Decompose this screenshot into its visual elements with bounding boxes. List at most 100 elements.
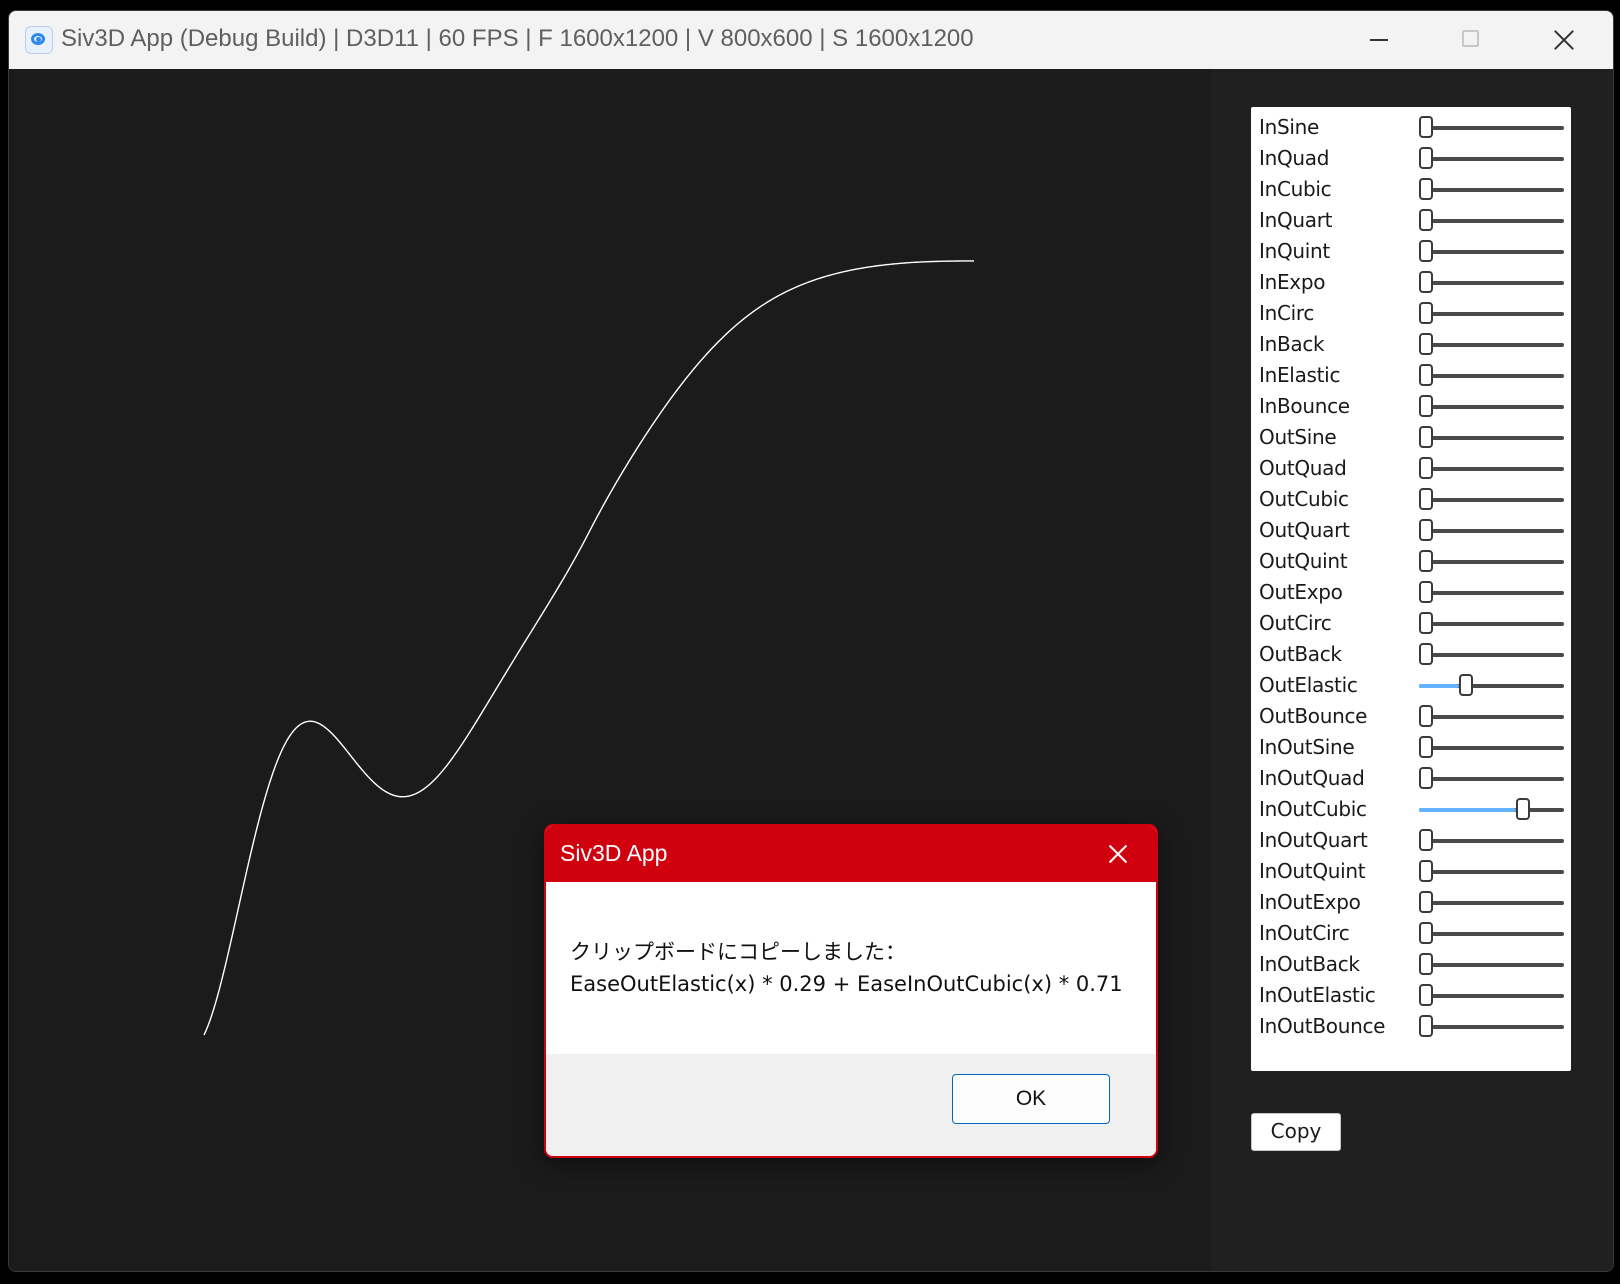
slider-label: InOutBounce	[1259, 1014, 1386, 1038]
slider-row-outexpo: OutExpo	[1251, 576, 1571, 608]
slider-inoutquint[interactable]	[1419, 860, 1564, 882]
slider-row-outcubic: OutCubic	[1251, 483, 1571, 515]
slider-outcirc[interactable]	[1419, 612, 1564, 634]
slider-inelastic[interactable]	[1419, 364, 1564, 386]
slider-thumb[interactable]	[1419, 240, 1433, 262]
slider-thumb[interactable]	[1419, 705, 1433, 727]
slider-inoutexpo[interactable]	[1419, 891, 1564, 913]
slider-thumb[interactable]	[1419, 364, 1433, 386]
slider-incubic[interactable]	[1419, 178, 1564, 200]
slider-outcubic[interactable]	[1419, 488, 1564, 510]
maximize-icon[interactable]	[1441, 19, 1501, 61]
slider-thumb[interactable]	[1419, 736, 1433, 758]
slider-thumb[interactable]	[1419, 147, 1433, 169]
slider-thumb[interactable]	[1419, 984, 1433, 1006]
slider-row-outcirc: OutCirc	[1251, 607, 1571, 639]
slider-label: InQuad	[1259, 146, 1330, 170]
slider-row-inexpo: InExpo	[1251, 266, 1571, 298]
copy-button[interactable]: Copy	[1251, 1113, 1341, 1151]
slider-thumb[interactable]	[1419, 519, 1433, 541]
slider-inexpo[interactable]	[1419, 271, 1564, 293]
slider-thumb[interactable]	[1419, 488, 1433, 510]
slider-inback[interactable]	[1419, 333, 1564, 355]
slider-label: InOutQuart	[1259, 828, 1368, 852]
slider-thumb[interactable]	[1419, 426, 1433, 448]
slider-outquart[interactable]	[1419, 519, 1564, 541]
slider-outquint[interactable]	[1419, 550, 1564, 572]
slider-label: InQuint	[1259, 239, 1330, 263]
slider-label: OutExpo	[1259, 580, 1343, 604]
slider-row-outquart: OutQuart	[1251, 514, 1571, 546]
dialog-footer: OK	[546, 1054, 1156, 1156]
slider-row-inelastic: InElastic	[1251, 359, 1571, 391]
slider-label: OutElastic	[1259, 673, 1358, 697]
slider-label: InOutExpo	[1259, 890, 1361, 914]
slider-thumb[interactable]	[1419, 178, 1433, 200]
slider-inoutquart[interactable]	[1419, 829, 1564, 851]
slider-inquart[interactable]	[1419, 209, 1564, 231]
slider-thumb[interactable]	[1419, 395, 1433, 417]
slider-row-inback: InBack	[1251, 328, 1571, 360]
slider-thumb[interactable]	[1516, 798, 1531, 820]
slider-inoutelastic[interactable]	[1419, 984, 1564, 1006]
slider-label: OutCirc	[1259, 611, 1332, 635]
slider-inoutbounce[interactable]	[1419, 1015, 1564, 1037]
slider-label: InOutCubic	[1259, 797, 1367, 821]
slider-thumb[interactable]	[1419, 953, 1433, 975]
slider-insine[interactable]	[1419, 116, 1564, 138]
slider-inoutquad[interactable]	[1419, 767, 1564, 789]
slider-thumb[interactable]	[1419, 302, 1433, 324]
slider-row-inbounce: InBounce	[1251, 390, 1571, 422]
close-icon[interactable]	[1533, 19, 1593, 61]
slider-incirc[interactable]	[1419, 302, 1564, 324]
slider-inoutcirc[interactable]	[1419, 922, 1564, 944]
dialog-title: Siv3D App	[560, 840, 668, 866]
slider-thumb[interactable]	[1419, 550, 1433, 572]
slider-inquint[interactable]	[1419, 240, 1564, 262]
ok-button[interactable]: OK	[952, 1074, 1110, 1124]
slider-label: InOutSine	[1259, 735, 1355, 759]
slider-label: OutBounce	[1259, 704, 1368, 728]
slider-label: OutSine	[1259, 425, 1337, 449]
slider-outback[interactable]	[1419, 643, 1564, 665]
slider-row-inquad: InQuad	[1251, 142, 1571, 174]
slider-outbounce[interactable]	[1419, 705, 1564, 727]
slider-thumb[interactable]	[1419, 891, 1433, 913]
slider-thumb[interactable]	[1419, 333, 1433, 355]
slider-row-inoutelastic: InOutElastic	[1251, 979, 1571, 1011]
slider-thumb[interactable]	[1458, 674, 1473, 696]
dialog-close-icon[interactable]	[1096, 834, 1140, 874]
slider-label: InCubic	[1259, 177, 1332, 201]
slider-outexpo[interactable]	[1419, 581, 1564, 603]
slider-thumb[interactable]	[1419, 922, 1433, 944]
slider-inbounce[interactable]	[1419, 395, 1564, 417]
minimize-icon[interactable]	[1349, 19, 1409, 61]
slider-thumb[interactable]	[1419, 271, 1433, 293]
slider-thumb[interactable]	[1419, 767, 1433, 789]
slider-row-outquad: OutQuad	[1251, 452, 1571, 484]
slider-thumb[interactable]	[1419, 643, 1433, 665]
slider-label: InOutQuad	[1259, 766, 1365, 790]
window-title: Siv3D App (Debug Build) | D3D11 | 60 FPS…	[61, 25, 974, 52]
slider-thumb[interactable]	[1419, 209, 1433, 231]
slider-inoutsine[interactable]	[1419, 736, 1564, 758]
slider-inquad[interactable]	[1419, 147, 1564, 169]
slider-outsine[interactable]	[1419, 426, 1564, 448]
slider-row-inquint: InQuint	[1251, 235, 1571, 267]
slider-thumb[interactable]	[1419, 829, 1433, 851]
slider-thumb[interactable]	[1419, 116, 1433, 138]
slider-outquad[interactable]	[1419, 457, 1564, 479]
slider-row-incubic: InCubic	[1251, 173, 1571, 205]
dialog-title-bar[interactable]: Siv3D App	[546, 826, 1156, 882]
slider-thumb[interactable]	[1419, 860, 1433, 882]
title-bar[interactable]: Siv3D App (Debug Build) | D3D11 | 60 FPS…	[9, 11, 1613, 70]
slider-thumb[interactable]	[1419, 457, 1433, 479]
slider-thumb[interactable]	[1419, 1015, 1433, 1037]
slider-thumb[interactable]	[1419, 581, 1433, 603]
slider-row-inquart: InQuart	[1251, 204, 1571, 236]
slider-thumb[interactable]	[1419, 612, 1433, 634]
slider-label: InQuart	[1259, 208, 1333, 232]
slider-outelastic[interactable]	[1419, 674, 1564, 696]
slider-inoutback[interactable]	[1419, 953, 1564, 975]
slider-inoutcubic[interactable]	[1419, 798, 1564, 820]
